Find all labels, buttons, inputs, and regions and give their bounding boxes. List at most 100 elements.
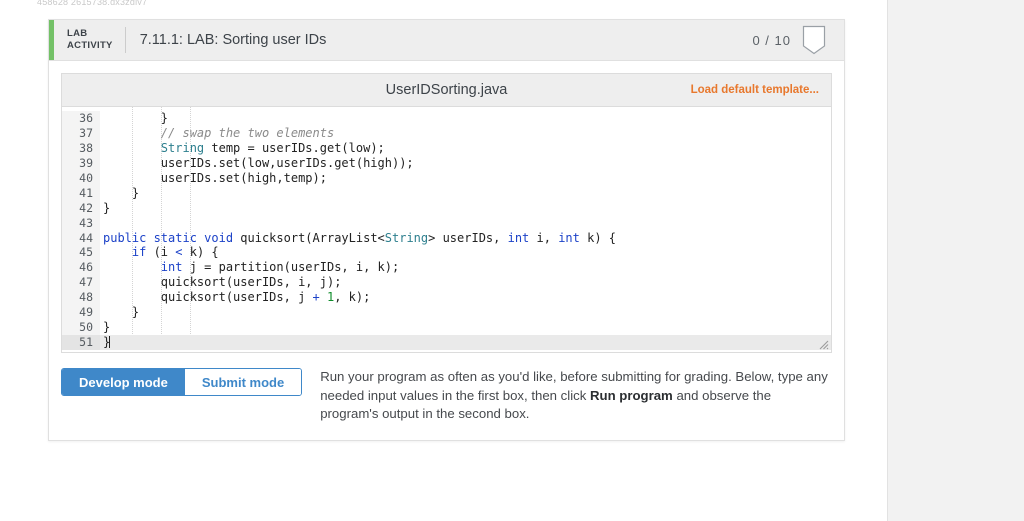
score-area: 0 / 10 [752, 20, 844, 60]
line-number: 47 [62, 275, 100, 291]
code-token: k) { [182, 245, 219, 260]
code-token: } [103, 111, 169, 125]
code-line[interactable]: 37 // swap the two elements [62, 125, 831, 141]
score-value: 0 / 10 [752, 32, 791, 48]
code-line[interactable]: 47 quicksort(userIDs, i, j); [62, 275, 831, 291]
line-number: 37 [62, 125, 100, 141]
code-token: i, [529, 230, 559, 245]
code-token: public static void [103, 230, 234, 245]
run-program-emphasis: Run program [589, 387, 673, 403]
code-token: if [131, 245, 147, 260]
code-line-text[interactable]: int j = partition(userIDs, i, k); [100, 260, 831, 275]
develop-mode-button[interactable]: Develop mode [62, 369, 185, 395]
mode-toggle-group[interactable]: Develop mode Submit mode [61, 368, 303, 396]
code-token: < [175, 245, 183, 260]
code-line[interactable]: 40 userIDs.set(high,temp); [62, 170, 831, 186]
line-number: 49 [62, 305, 100, 321]
line-number: 50 [62, 320, 100, 336]
line-number: 43 [62, 215, 100, 231]
code-line-text[interactable]: quicksort(userIDs, i, j); [100, 275, 831, 290]
code-token: userIDs.set(high,temp); [103, 170, 327, 185]
code-line-text[interactable]: } [100, 320, 831, 335]
code-token: , k); [334, 290, 371, 305]
page-title: 7.11.1: LAB: Sorting user IDs [139, 32, 327, 48]
code-token: (i [146, 245, 176, 260]
code-token: } [103, 320, 111, 335]
code-line[interactable]: 36 } [62, 111, 831, 126]
submit-mode-button[interactable]: Submit mode [184, 369, 302, 395]
page-root: 458628 2615738.qx3zqjy7 LAB ACTIVITY 7.1… [0, 0, 1024, 521]
line-number: 42 [62, 200, 100, 216]
code-line-text[interactable]: // swap the two elements [100, 126, 831, 141]
editor-resize-handle[interactable] [818, 339, 829, 350]
code-token: quicksort(userIDs, j [103, 290, 313, 305]
line-number: 51 [62, 335, 100, 350]
lab-activity-card: LAB ACTIVITY 7.11.1: LAB: Sorting user I… [48, 19, 845, 441]
code-line[interactable]: 50} [62, 320, 831, 336]
lab-tag-line2: ACTIVITY [67, 40, 113, 51]
code-token: quicksort(userIDs, i, j); [103, 275, 342, 290]
code-line[interactable]: 42} [62, 200, 831, 216]
code-line[interactable]: 48 quicksort(userIDs, j + 1, k); [62, 290, 831, 306]
run-instructions: Run your program as often as you'd like,… [320, 368, 832, 424]
line-number: 41 [62, 185, 100, 201]
lab-tag-line1: LAB [67, 28, 88, 39]
right-side-panel [887, 0, 1024, 521]
code-line[interactable]: 45 if (i < k) { [62, 245, 831, 261]
code-line-text[interactable]: } [100, 335, 831, 350]
code-line-text[interactable] [100, 216, 831, 231]
code-line[interactable]: 43 [62, 215, 831, 231]
line-number: 36 [62, 111, 100, 126]
line-number: 46 [62, 260, 100, 276]
code-line-text[interactable]: public static void quicksort(ArrayList<S… [100, 231, 831, 246]
code-token: } [103, 305, 140, 320]
code-line[interactable]: 44 public static void quicksort(ArrayList… [62, 230, 831, 246]
lab-activity-header: LAB ACTIVITY 7.11.1: LAB: Sorting user I… [49, 19, 844, 61]
code-line-text[interactable]: userIDs.set(high,temp); [100, 171, 831, 186]
code-token: int [558, 230, 580, 245]
editor-bottom-section: Develop mode Submit mode Run your progra… [49, 353, 844, 440]
code-token: String [160, 140, 205, 155]
lab-activity-tag: LAB ACTIVITY [54, 27, 126, 53]
code-editor[interactable]: UserIDSorting.java Load default template… [61, 73, 832, 353]
code-token: userIDs.set(low,userIDs.get(high)); [103, 155, 414, 170]
code-token: String [384, 230, 429, 245]
line-number: 44 [62, 230, 100, 246]
code-token: k) { [579, 230, 617, 245]
code-line[interactable]: 39 userIDs.set(low,userIDs.get(high)); [62, 155, 831, 171]
code-token: + [312, 290, 320, 305]
code-line[interactable]: 41 } [62, 185, 831, 201]
line-number: 39 [62, 155, 100, 171]
code-line[interactable]: 51} [62, 335, 831, 350]
code-line-text[interactable]: quicksort(userIDs, j + 1, k); [100, 290, 831, 305]
code-token: int [160, 260, 183, 275]
code-line-text[interactable]: } [100, 186, 831, 201]
clipped-top-text: 458628 2615738.qx3zqjy7 [37, 0, 148, 5]
code-line[interactable]: 38 String temp = userIDs.get(low); [62, 140, 831, 156]
code-line-text[interactable]: String temp = userIDs.get(low); [100, 141, 831, 156]
code-token: } [103, 200, 111, 215]
shield-badge-icon [802, 25, 826, 55]
load-default-template-link[interactable]: Load default template... [691, 84, 819, 96]
line-number: 45 [62, 245, 100, 261]
code-text-area[interactable]: 36 } 37 // swap the two elements 38 String… [62, 107, 831, 352]
line-number: 48 [62, 290, 100, 306]
code-line[interactable]: 46 int j = partition(userIDs, i, k); [62, 260, 831, 276]
code-line-text[interactable]: userIDs.set(low,userIDs.get(high)); [100, 156, 831, 171]
code-line-text[interactable]: } [100, 201, 831, 216]
editor-file-bar: UserIDSorting.java Load default template… [62, 74, 831, 107]
code-token: } [103, 185, 140, 200]
code-token: temp = userIDs.get(low); [204, 140, 385, 155]
code-line-text[interactable]: if (i < k) { [100, 245, 831, 260]
code-line[interactable]: 49 } [62, 305, 831, 321]
code-token: j = partition(userIDs, i, k); [182, 260, 400, 275]
code-line-text[interactable]: } [100, 111, 831, 126]
code-token: // swap the two elements [160, 125, 335, 140]
code-token: > userIDs, [428, 230, 508, 245]
text-cursor [109, 336, 111, 349]
code-line-text[interactable]: } [100, 305, 831, 320]
